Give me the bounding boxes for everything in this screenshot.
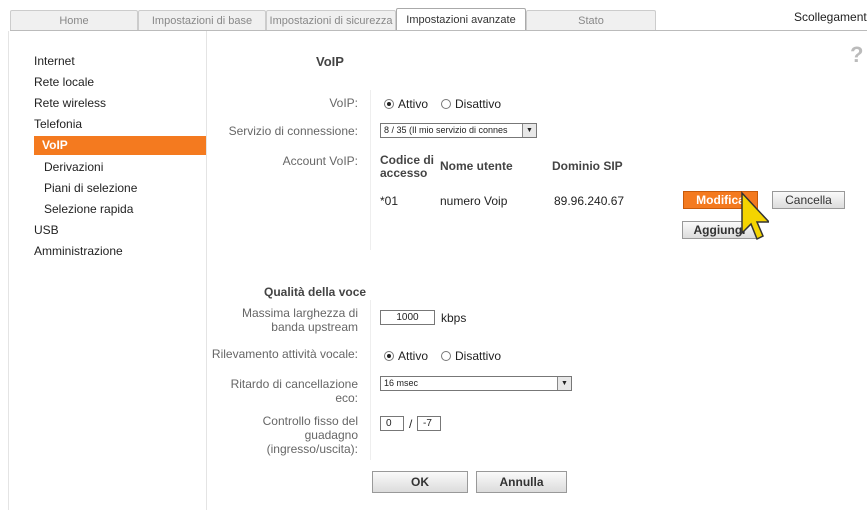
echo-select[interactable]: 16 msec ▼ <box>380 376 572 391</box>
chevron-down-icon: ▼ <box>522 124 536 137</box>
radio-selected-icon <box>384 351 394 361</box>
sidebar-item-speed-dial[interactable]: Selezione rapida <box>44 202 133 216</box>
vad-active-label: Attivo <box>398 349 429 363</box>
radio-empty-icon <box>441 99 451 109</box>
chevron-down-icon: ▼ <box>557 377 571 390</box>
form-divider-top <box>370 90 371 250</box>
gain-label: Controllo fisso del guadagno (ingresso/usc… <box>262 414 358 456</box>
mouse-cursor-icon <box>741 191 769 241</box>
voip-active-label: Attivo <box>398 97 429 111</box>
delete-account-button[interactable]: Cancella <box>772 191 845 209</box>
tab-status[interactable]: Stato <box>526 10 656 30</box>
echo-label: Ritardo di cancellazione eco: <box>230 377 358 405</box>
tab-basic-settings[interactable]: Impostazioni di base <box>138 10 266 30</box>
tab-home[interactable]: Home <box>10 10 138 30</box>
gain-separator: / <box>409 417 413 431</box>
logout-link[interactable]: Scollegamento <box>794 10 867 24</box>
ok-button[interactable]: OK <box>372 471 468 493</box>
vad-inactive-radio[interactable]: Disattivo <box>441 349 501 363</box>
sidebar-item-voip[interactable]: VoIP <box>34 136 206 155</box>
cancel-button[interactable]: Annulla <box>476 471 567 493</box>
service-label: Servizio di connessione: <box>228 124 358 138</box>
bandwidth-label: Massima larghezza di banda upstream <box>241 306 358 334</box>
tab-security-settings[interactable]: Impostazioni di sicurezza <box>266 10 396 30</box>
gain-input-field[interactable]: 0 <box>380 416 404 431</box>
accounts-label: Account VoIP: <box>282 154 358 168</box>
page-title: VoIP <box>316 54 344 69</box>
row-domain: 89.96.240.67 <box>554 194 625 208</box>
sidebar-item-telephony[interactable]: Telefonia <box>34 117 82 131</box>
voip-label: VoIP: <box>329 96 358 110</box>
voip-inactive-label: Disattivo <box>455 97 502 111</box>
col-sip-domain: Dominio SIP <box>552 159 623 173</box>
service-select[interactable]: 8 / 35 (Il mio servizio di connes ▼ <box>380 123 537 138</box>
vad-label: Rilevamento attività vocale: <box>211 347 358 361</box>
radio-empty-icon <box>441 351 451 361</box>
row-username: numero Voip <box>440 194 508 208</box>
bandwidth-input[interactable]: 1000 <box>380 310 435 325</box>
nav-divider <box>206 31 207 510</box>
bandwidth-unit: kbps <box>441 311 467 325</box>
sidebar-item-usb[interactable]: USB <box>34 223 59 237</box>
radio-selected-icon <box>384 99 394 109</box>
sidebar-item-dial-plans[interactable]: Piani di selezione <box>44 181 137 195</box>
service-select-value: 8 / 35 (Il mio servizio di connes <box>384 125 508 135</box>
sidebar-item-local-network[interactable]: Rete locale <box>34 75 94 89</box>
voip-inactive-radio[interactable]: Disattivo <box>441 97 501 111</box>
tab-advanced-settings[interactable]: Impostazioni avanzate <box>396 8 526 30</box>
col-access-code: Codice di accesso <box>380 153 435 180</box>
voip-active-radio[interactable]: Attivo <box>384 97 428 111</box>
col-username: Nome utente <box>440 159 513 173</box>
form-divider-bottom <box>370 300 371 460</box>
row-code: *01 <box>380 194 399 208</box>
gain-output-field[interactable]: -7 <box>417 416 441 431</box>
help-icon[interactable]: ? <box>850 42 863 68</box>
sidebar-item-internet[interactable]: Internet <box>34 54 75 68</box>
vad-inactive-label: Disattivo <box>455 349 502 363</box>
sidebar-item-extensions[interactable]: Derivazioni <box>44 160 103 174</box>
sidebar: Internet Rete locale Rete wireless Telef… <box>0 30 206 510</box>
sidebar-item-wireless[interactable]: Rete wireless <box>34 96 106 110</box>
vad-active-radio[interactable]: Attivo <box>384 349 428 363</box>
voice-quality-title: Qualità della voce <box>264 285 367 299</box>
echo-select-value: 16 msec <box>384 378 419 388</box>
top-tabs: Home Impostazioni di base Impostazioni d… <box>10 8 662 30</box>
sidebar-item-administration[interactable]: Amministrazione <box>34 244 123 258</box>
